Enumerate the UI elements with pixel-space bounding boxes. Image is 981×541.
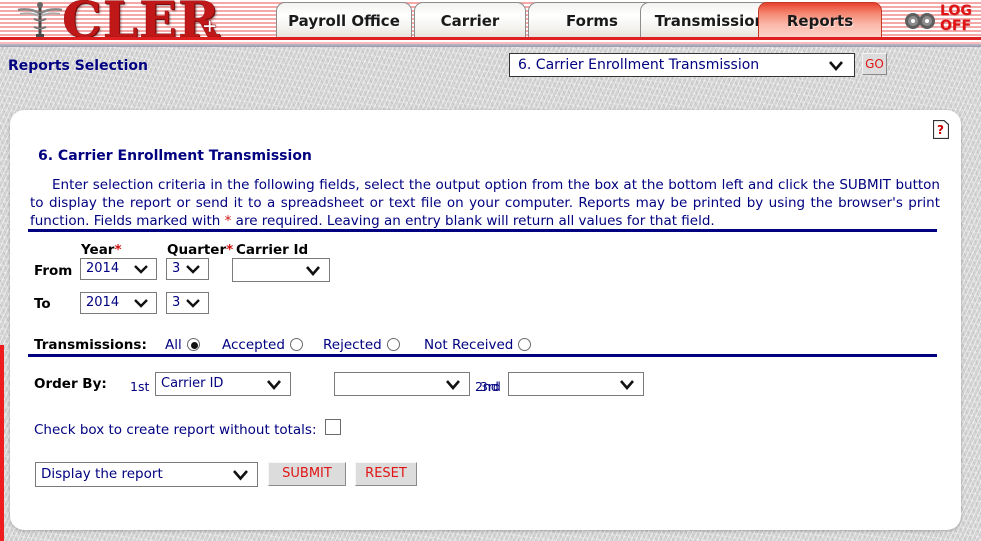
reset-button[interactable]: RESET — [355, 462, 417, 486]
quarter-from-value: 3 — [172, 261, 181, 276]
column-header-quarter: Quarter* — [167, 242, 233, 258]
output-option-value: Display the report — [41, 466, 163, 482]
report-select-value: 6. Carrier Enrollment Transmission — [518, 57, 760, 73]
output-option-select[interactable]: Display the report — [35, 462, 258, 487]
quarter-to-select[interactable]: 3 — [166, 292, 209, 314]
criteria-form: Year* Quarter* Carrier Id From To 2014 2… — [10, 110, 961, 530]
caduceus-icon — [12, 1, 68, 41]
chevron-down-icon — [825, 54, 847, 76]
quarter-from-select[interactable]: 3 — [166, 258, 209, 280]
year-from-value: 2014 — [86, 261, 120, 276]
radio-label-all: All — [165, 337, 182, 353]
app-header: CLER + Payroll Office Carrier Forms Tran… — [0, 0, 981, 44]
radio-label-accepted: Accepted — [222, 337, 285, 353]
page-title: Reports Selection — [8, 58, 148, 74]
radio-dot-icon — [518, 338, 532, 351]
order-by-3rd-label: 3rd — [480, 379, 501, 394]
radio-dot-icon — [186, 338, 200, 351]
radio-label-not-received: Not Received — [424, 337, 514, 353]
chevron-down-icon — [229, 463, 252, 486]
gears-icon[interactable] — [902, 9, 938, 33]
no-totals-checkbox[interactable] — [325, 419, 341, 435]
go-button[interactable]: GO — [862, 53, 887, 75]
order-by-1st-select[interactable]: Carrier ID — [155, 372, 291, 396]
row-label-from: From — [34, 263, 73, 279]
year-from-select[interactable]: 2014 — [80, 258, 157, 280]
chevron-down-icon — [131, 259, 151, 279]
radio-dot-icon — [289, 338, 303, 351]
radio-dot-icon — [386, 338, 400, 351]
chevron-down-icon — [302, 259, 324, 281]
tab-forms[interactable]: Forms — [528, 2, 656, 38]
chevron-down-icon — [442, 373, 464, 395]
logoff-line-2: OFF — [940, 18, 972, 34]
radio-transmissions-accepted[interactable]: Accepted — [222, 337, 303, 353]
required-asterisk-quarter: * — [226, 242, 234, 258]
column-header-quarter-label: Quarter — [167, 242, 227, 258]
radio-transmissions-not-received[interactable]: Not Received — [424, 337, 532, 353]
logoff-button[interactable]: LOG OFF — [940, 4, 972, 34]
chevron-down-icon — [263, 373, 285, 395]
tab-payroll-office[interactable]: Payroll Office — [276, 2, 412, 38]
required-asterisk-year: * — [114, 242, 122, 258]
year-to-value: 2014 — [86, 295, 120, 310]
carrier-id-select[interactable] — [232, 258, 330, 282]
chevron-down-icon — [183, 293, 203, 313]
year-to-select[interactable]: 2014 — [80, 292, 157, 314]
tab-carrier[interactable]: Carrier — [414, 2, 526, 38]
chevron-down-icon — [183, 259, 203, 279]
order-by-1st-value: Carrier ID — [161, 376, 224, 391]
tab-reports[interactable]: Reports — [758, 2, 882, 38]
radio-transmissions-rejected[interactable]: Rejected — [323, 337, 400, 353]
chevron-down-icon — [616, 373, 638, 395]
report-criteria-panel: ? 6. Carrier Enrollment Transmission Ent… — [10, 110, 961, 530]
reports-selection-bar: Reports Selection 6. Carrier Enrollment … — [0, 44, 981, 93]
order-by-1st-label: 1st — [130, 379, 150, 394]
divider-bottom — [28, 354, 937, 357]
left-red-accent-bar — [0, 345, 4, 541]
column-header-year-label: Year — [81, 242, 115, 258]
report-select[interactable]: 6. Carrier Enrollment Transmission — [509, 53, 855, 77]
no-totals-checkbox-label: Check box to create report without total… — [34, 422, 317, 438]
column-header-carrier-id: Carrier Id — [236, 242, 309, 258]
column-header-year: Year* — [81, 242, 122, 258]
quarter-to-value: 3 — [172, 295, 181, 310]
row-label-to: To — [34, 296, 51, 312]
transmissions-label: Transmissions: — [34, 337, 147, 353]
order-by-2nd-select[interactable] — [334, 372, 470, 396]
radio-label-rejected: Rejected — [323, 337, 382, 353]
order-by-label: Order By: — [34, 376, 107, 392]
submit-button[interactable]: SUBMIT — [268, 462, 346, 486]
order-by-3rd-select[interactable] — [508, 372, 644, 396]
radio-transmissions-all[interactable]: All — [165, 337, 200, 353]
logoff-line-1: LOG — [940, 3, 972, 19]
chevron-down-icon — [131, 293, 151, 313]
